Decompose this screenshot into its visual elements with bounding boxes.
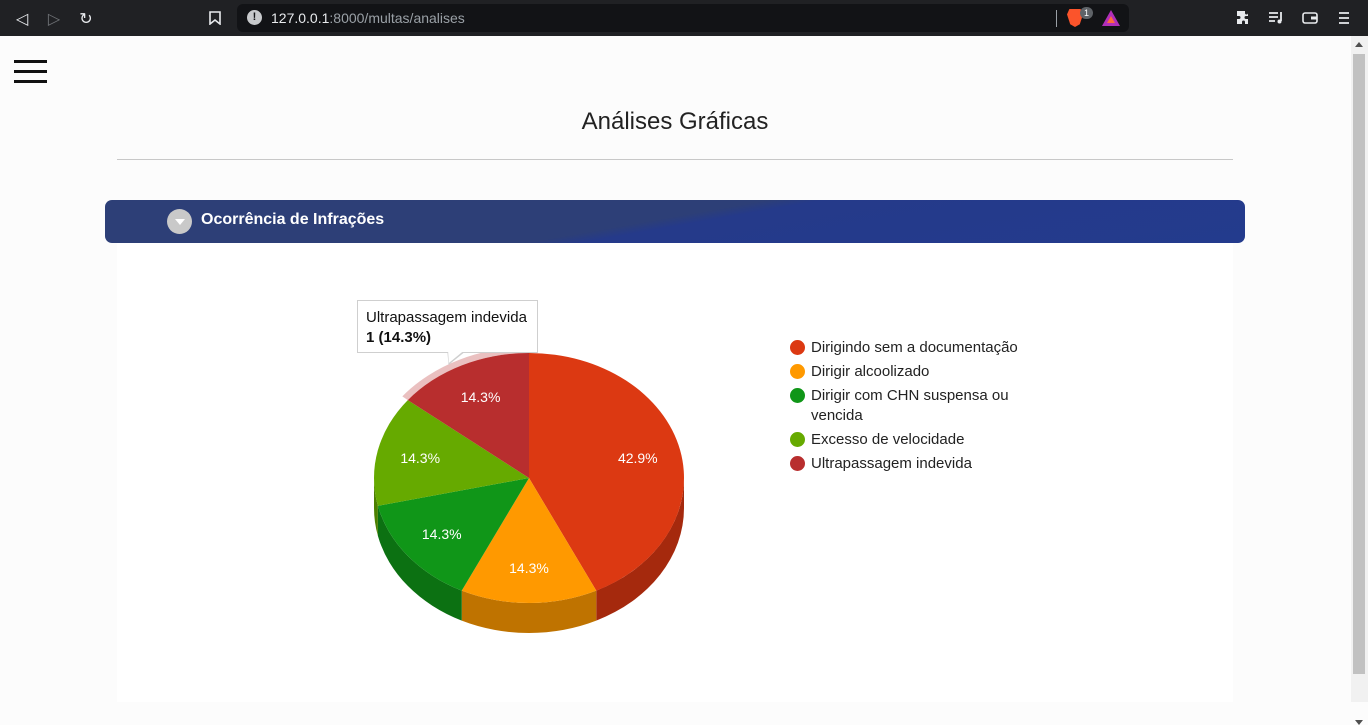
brave-rewards-icon[interactable] (1102, 10, 1120, 26)
legend-label: Dirigindo sem a documentação (811, 339, 1018, 356)
tooltip-value: 1 (14.3%) (366, 329, 432, 346)
legend-item-dirigindo-sem-a-documentacao[interactable]: Dirigindo sem a documentação (790, 338, 1040, 358)
pie-label-ultrapassagem-indevida: 14.3% (461, 389, 501, 405)
pie-label-dirigir-alcoolizado: 14.3% (509, 560, 549, 576)
title-divider (117, 159, 1233, 160)
forward-icon[interactable]: ▷ (42, 6, 66, 30)
panel-title: Ocorrência de Infrações (201, 211, 385, 228)
hamburger-menu-icon[interactable] (14, 60, 47, 84)
pie-chart: 42.9% 14.3% 14.3% 14.3% 14.3% (373, 347, 684, 633)
legend-item-dirigir-com-chn-suspensa-ou-vencida[interactable]: Dirigir com CHN suspensa ou vencida (790, 386, 1040, 426)
back-icon[interactable]: ◁ (10, 6, 34, 30)
legend-dot-icon (790, 364, 805, 379)
chart-tooltip: Ultrapassagem indevida 1 (14.3%) (357, 300, 538, 365)
pie-label-dirigindo-sem-a-documentacao: 42.9% (618, 450, 658, 466)
url-separator (1056, 10, 1057, 27)
collapse-toggle-icon[interactable] (167, 209, 192, 234)
legend-label: Ultrapassagem indevida (811, 455, 972, 472)
browser-toolbar: ◁ ▷ ↻ ! 127.0.0.1:8000/multas/analises 1 (0, 0, 1368, 36)
chart-legend: Dirigindo sem a documentação Dirigir alco… (790, 338, 1040, 478)
legend-label: Dirigir alcoolizado (811, 363, 930, 380)
scroll-thumb[interactable] (1353, 54, 1365, 674)
legend-dot-icon (790, 340, 805, 355)
panel-header[interactable]: Ocorrência de Infrações (105, 200, 1245, 243)
page-scrollbar[interactable] (1351, 36, 1368, 725)
legend-item-dirigir-alcoolizado[interactable]: Dirigir alcoolizado (790, 362, 1040, 382)
legend-dot-icon (790, 456, 805, 471)
bookmark-icon[interactable] (203, 6, 227, 30)
wallet-icon[interactable] (1298, 6, 1322, 30)
legend-dot-icon (790, 432, 805, 447)
extensions-icon[interactable] (1232, 6, 1256, 30)
legend-item-excesso-de-velocidade[interactable]: Excesso de velocidade (790, 430, 1040, 450)
scroll-up-arrow-icon[interactable] (1355, 42, 1363, 47)
url-text: 127.0.0.1:8000/multas/analises (271, 10, 465, 26)
page-title: Análises Gráficas (581, 108, 769, 135)
shields-count-badge: 1 (1080, 7, 1093, 19)
tooltip-label: Ultrapassagem indevida (366, 309, 527, 326)
pie-label-dirigir-com-chn-suspensa-ou-vencida: 14.3% (422, 526, 462, 542)
site-info-icon[interactable]: ! (247, 10, 262, 25)
legend-item-ultrapassagem-indevida[interactable]: Ultrapassagem indevida (790, 454, 1040, 474)
menu-icon[interactable] (1332, 6, 1356, 30)
pie-label-excesso-de-velocidade: 14.3% (400, 450, 440, 466)
address-bar[interactable]: ! 127.0.0.1:8000/multas/analises 1 (237, 4, 1129, 32)
legend-label: Dirigir com CHN suspensa ou vencida (811, 387, 1009, 424)
scroll-down-arrow-icon[interactable] (1355, 720, 1363, 725)
legend-label: Excesso de velocidade (811, 431, 965, 448)
legend-dot-icon (790, 388, 805, 403)
reload-icon[interactable]: ↻ (74, 6, 98, 30)
playlist-icon[interactable] (1264, 6, 1288, 30)
